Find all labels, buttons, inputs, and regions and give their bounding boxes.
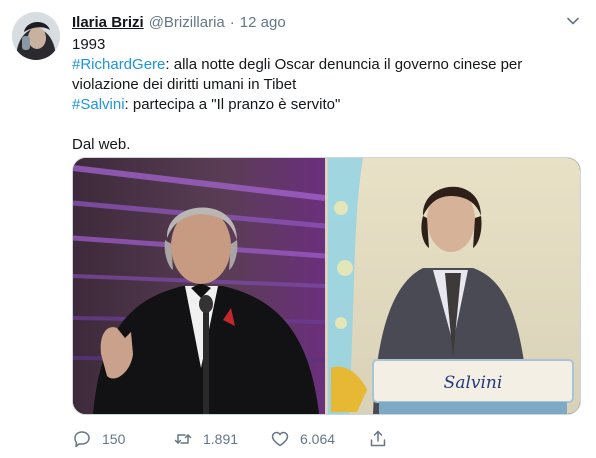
text-span: : alla notte degli Oscar denuncia il gov…: [165, 56, 523, 73]
tweet-actions: 150 1.891 6.064: [72, 428, 472, 450]
retweet-icon: [174, 434, 192, 444]
nameplate-text: Salvini: [444, 373, 503, 393]
tweet: Ilaria Brizi @Brizillaria · 12 ago 1993 …: [0, 0, 596, 458]
chevron-down-icon[interactable]: [562, 10, 584, 32]
text-span: : partecipa a "Il pranzo è servito": [124, 96, 341, 113]
retweet-button[interactable]: 1.891: [173, 428, 238, 450]
like-icon: [271, 431, 289, 447]
avatar[interactable]: [12, 12, 60, 60]
text-line: #RichardGere: alla notte degli Oscar den…: [72, 55, 582, 75]
reply-button[interactable]: 150: [72, 428, 125, 450]
hashtag-link[interactable]: #Salvini: [72, 96, 125, 113]
text-line: Dal web.: [72, 136, 131, 153]
reply-count: 150: [102, 431, 126, 447]
author-name[interactable]: Ilaria Brizi: [72, 14, 144, 31]
reply-icon: [74, 431, 90, 448]
retweet-count: 1.891: [203, 431, 239, 447]
separator-dot: ·: [229, 13, 235, 31]
text-line: 1993: [72, 36, 106, 53]
text-line: #Salvini: partecipa a "Il pranzo è servi…: [72, 95, 582, 115]
share-icon: [370, 430, 386, 447]
author-handle[interactable]: @Brizillaria: [149, 14, 225, 31]
tweet-image[interactable]: Salvini: [72, 157, 581, 415]
text-line: violazione dei diritti umani in Tibet: [72, 76, 297, 93]
hashtag-link[interactable]: #RichardGere: [72, 56, 165, 73]
timestamp[interactable]: 12 ago: [240, 14, 286, 31]
tweet-text: 1993 #RichardGere: alla notte degli Osca…: [72, 35, 582, 155]
share-button[interactable]: [368, 428, 388, 450]
tweet-header: Ilaria Brizi @Brizillaria · 12 ago: [72, 12, 286, 32]
like-button[interactable]: 6.064: [270, 428, 335, 450]
like-count: 6.064: [300, 431, 336, 447]
